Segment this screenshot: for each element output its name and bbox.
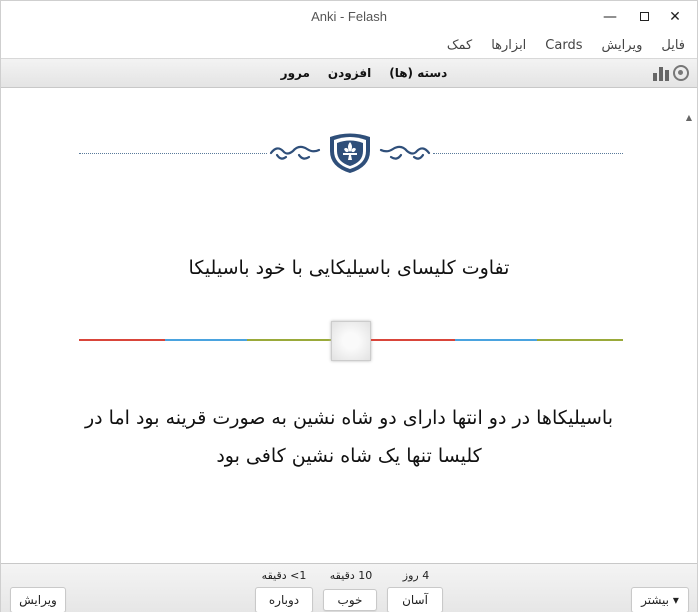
toolbar-browse-link[interactable]: مرور xyxy=(281,66,310,80)
more-button[interactable]: بیشتر ▾ xyxy=(631,587,689,612)
anki-window: Anki - Felash — ✕ فایل ویرایش Cards ابزا… xyxy=(0,0,698,612)
card-answer: باسیلیکاها در دو انتها دارای دو شاه نشین… xyxy=(41,399,657,475)
divider-segment xyxy=(455,339,537,341)
review-bottom-bar: ویرایش 1> دقیقه 10 دقیقه 4 روز دوباره خو… xyxy=(1,563,697,612)
stats-icon[interactable] xyxy=(653,65,669,81)
divider-segment xyxy=(247,339,331,341)
good-interval: 10 دقیقه xyxy=(329,569,373,582)
easy-interval: 4 روز xyxy=(402,569,430,582)
ornament-line-right xyxy=(433,153,623,154)
divider-center-square xyxy=(331,321,371,361)
divider-segment xyxy=(371,339,455,341)
menu-file[interactable]: فایل xyxy=(661,38,685,53)
minimize-button[interactable]: — xyxy=(599,7,621,27)
maximize-icon xyxy=(639,12,649,21)
main-toolbar: دسته (ها) افزودن مرور xyxy=(1,58,697,88)
card-answer-line: کلیسا تنها یک شاه نشین کافی بود xyxy=(216,445,482,467)
sync-icon[interactable] xyxy=(673,65,689,81)
menu-cards[interactable]: Cards xyxy=(545,38,582,53)
title-bar: Anki - Felash — ✕ xyxy=(1,1,697,33)
menu-help[interactable]: کمک xyxy=(447,38,472,53)
card-view: تفاوت کلیسای باسیلیکایی با خود باسیلیکا … xyxy=(1,89,697,563)
divider-segment xyxy=(537,339,623,341)
toolbar-decks-link[interactable]: دسته (ها) xyxy=(389,66,447,80)
divider-segment xyxy=(79,339,165,341)
card-question: تفاوت کلیسای باسیلیکایی با خود باسیلیکا xyxy=(188,257,510,279)
again-interval: 1> دقیقه xyxy=(261,569,307,582)
menu-edit[interactable]: ویرایش xyxy=(601,38,642,53)
toolbar-add-link[interactable]: افزودن xyxy=(328,66,371,80)
easy-button[interactable]: آسان xyxy=(387,587,443,612)
menu-bar: فایل ویرایش Cards ابزارها کمک xyxy=(1,33,697,57)
shield-ornament-icon xyxy=(269,133,431,173)
good-button[interactable]: خوب xyxy=(323,589,377,611)
ornament-line-left xyxy=(79,153,267,154)
close-button[interactable]: ✕ xyxy=(664,7,686,27)
maximize-button[interactable] xyxy=(633,7,655,27)
menu-tools[interactable]: ابزارها xyxy=(491,38,526,53)
divider-segment xyxy=(165,339,247,341)
again-button[interactable]: دوباره xyxy=(255,587,313,612)
window-title: Anki - Felash xyxy=(311,9,387,24)
edit-button[interactable]: ویرایش xyxy=(10,587,66,612)
card-answer-line: باسیلیکاها در دو انتها دارای دو شاه نشین… xyxy=(85,407,613,429)
